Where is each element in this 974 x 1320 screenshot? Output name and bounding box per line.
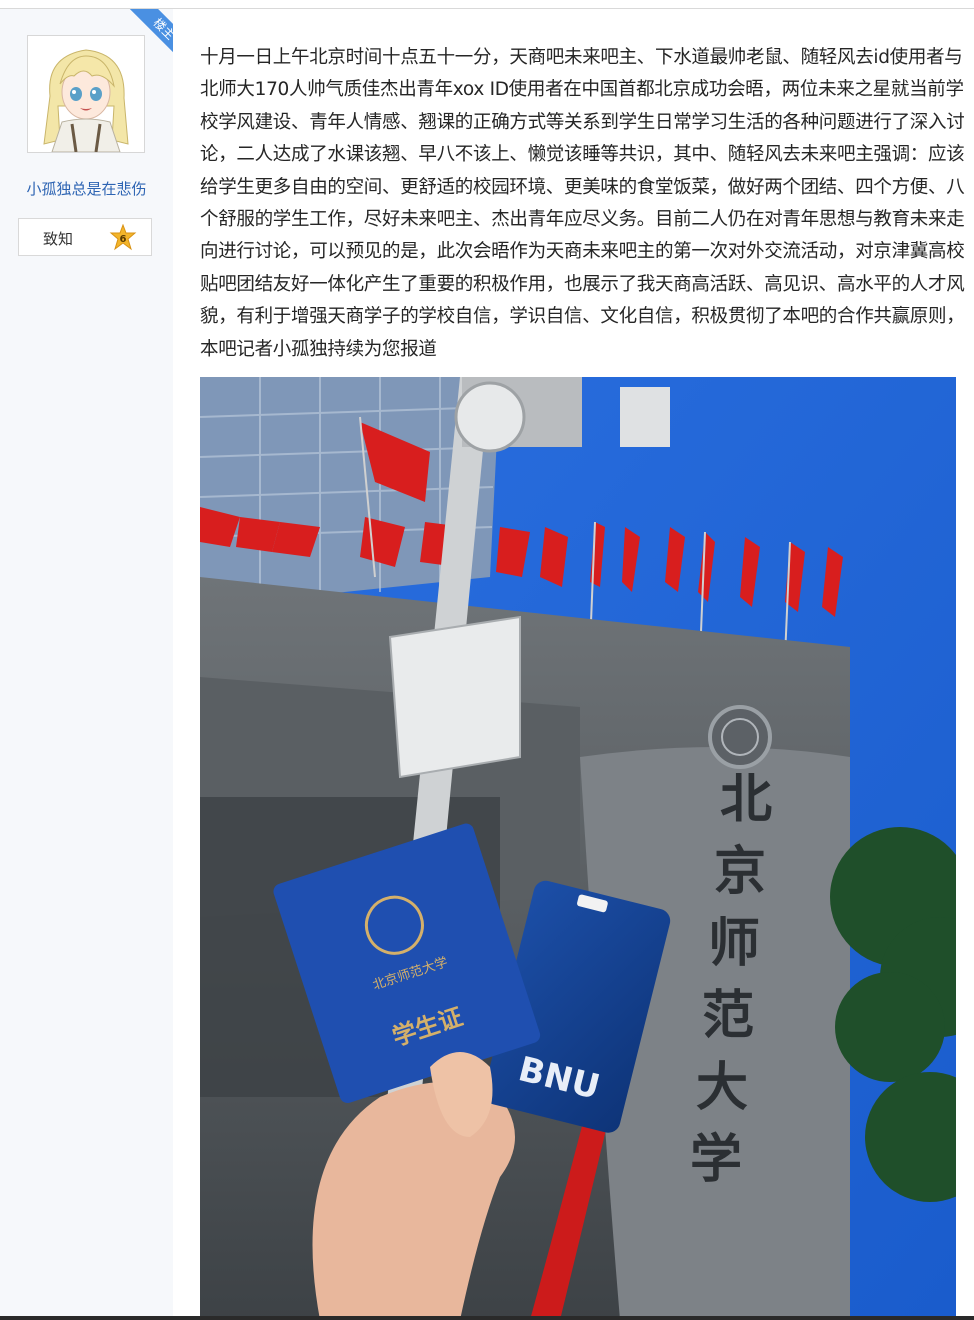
author-sidebar: [0, 9, 173, 1320]
wall-character: 京: [714, 841, 766, 902]
post-photo[interactable]: 北京师范大学 BNU 北京师范大学 学生证: [200, 377, 956, 1320]
level-star-icon: 6: [109, 224, 137, 251]
wall-character: 师: [708, 913, 760, 974]
post-body-text: 十月一日上午北京时间十点五十一分，天商吧未来吧主、下水道最帅老鼠、随轻风去id使…: [200, 47, 965, 360]
wall-character: 大: [696, 1057, 748, 1118]
wall-character: 范: [702, 985, 754, 1046]
avatar[interactable]: [27, 35, 145, 153]
bottom-scroll-edge: [0, 1316, 974, 1320]
post-content: 十月一日上午北京时间十点五十一分，天商吧未来吧主、下水道最帅老鼠、随轻风去id使…: [200, 42, 970, 366]
user-level-badge[interactable]: 致知 6: [18, 218, 152, 256]
avatar-illustration: [28, 36, 144, 152]
username-link[interactable]: 小孤独总是在悲伤: [0, 178, 173, 199]
svg-text:6: 6: [120, 234, 127, 245]
bnu-gate-photo: 北京师范大学 BNU 北京师范大学 学生证: [200, 377, 956, 1320]
wall-character: 北: [720, 769, 772, 830]
level-name: 致知: [43, 230, 74, 248]
top-divider: [0, 0, 974, 9]
wall-character: 学: [690, 1129, 742, 1190]
